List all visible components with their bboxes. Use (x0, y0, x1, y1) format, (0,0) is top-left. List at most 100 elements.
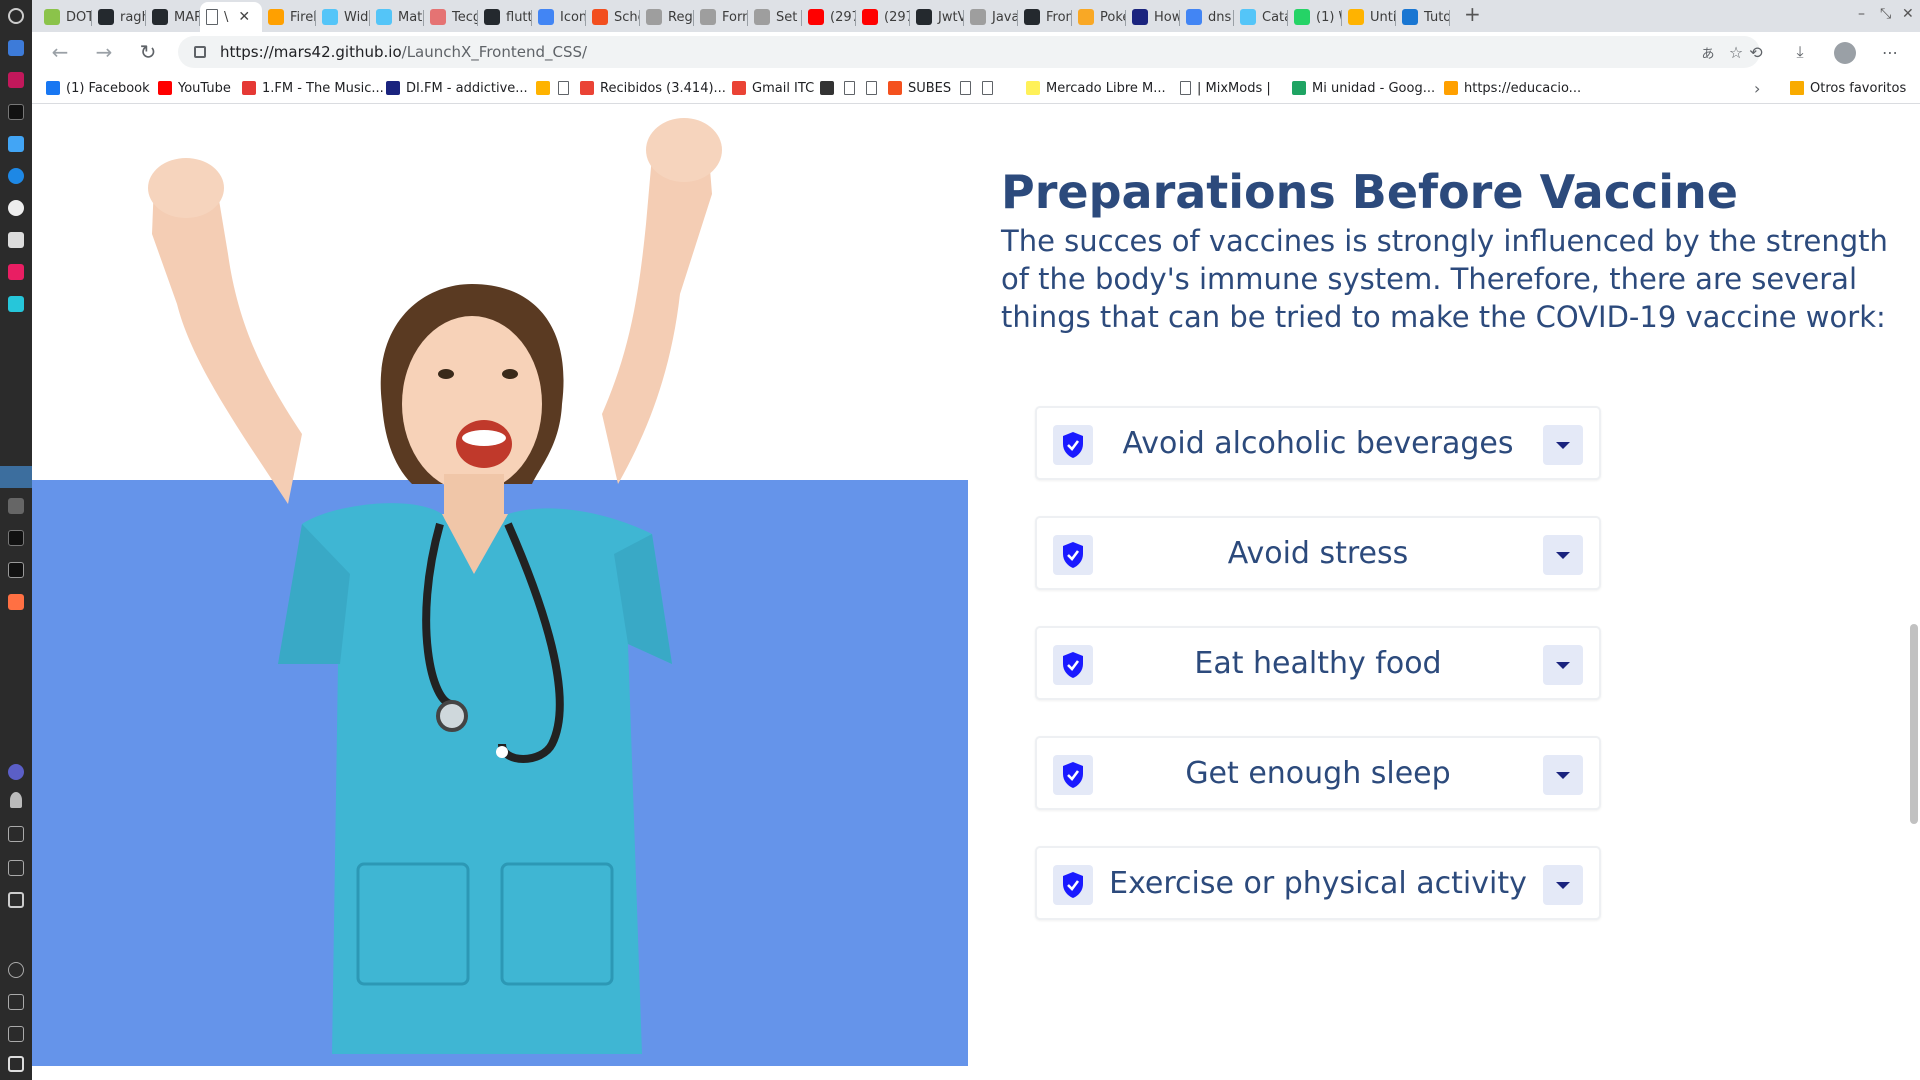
show-desktop-icon[interactable] (8, 1056, 24, 1072)
chevron-down-icon[interactable] (1543, 865, 1583, 905)
battery-icon[interactable] (8, 994, 24, 1010)
bookmark-item[interactable] (982, 78, 993, 98)
browser-tab[interactable]: JwtV (910, 2, 964, 32)
bookmark-item[interactable]: Gmail ITC (732, 78, 814, 98)
minimize-icon[interactable]: – (1858, 6, 1865, 22)
browser-tab[interactable]: (1) W (1288, 2, 1342, 32)
browser-tab[interactable]: Fireb (262, 2, 316, 32)
printer-icon[interactable] (8, 826, 24, 842)
new-tab-icon[interactable]: + (1464, 2, 1481, 26)
bookmark-item[interactable]: Recibidos (3.414)... (580, 78, 726, 98)
bookmark-item[interactable]: https://educacio... (1444, 78, 1581, 98)
bookmark-item[interactable]: Mi unidad - Goog... (1292, 78, 1435, 98)
menu-icon[interactable]: ⋯ (1880, 42, 1900, 62)
terminal-icon[interactable] (8, 562, 24, 578)
chevron-down-icon[interactable] (1543, 425, 1583, 465)
app-icon[interactable] (8, 498, 24, 514)
restore-icon[interactable]: ⤡ (1880, 6, 1891, 22)
scrollbar-thumb[interactable] (1910, 624, 1918, 824)
bookmark-item[interactable]: | MixMods | (1180, 78, 1271, 98)
files-icon[interactable] (8, 136, 24, 152)
close-tab-icon[interactable]: ✕ (238, 9, 250, 25)
bookmark-item[interactable]: 1.FM - The Music... (242, 78, 384, 98)
app-icon[interactable] (8, 232, 24, 248)
browser-tab[interactable]: Java (964, 2, 1018, 32)
chevron-down-icon[interactable] (1543, 535, 1583, 575)
browser-tab[interactable]: Widg (316, 2, 370, 32)
bookmark-item[interactable] (536, 78, 550, 98)
accordion-item[interactable]: Get enough sleep (1035, 736, 1601, 810)
browser-tab[interactable]: Catá (1234, 2, 1288, 32)
downloads-icon[interactable]: ⤓ (1790, 42, 1810, 62)
bluetooth-icon[interactable] (8, 962, 24, 978)
browser-tab[interactable]: Poké (1072, 2, 1126, 32)
ide-icon[interactable] (8, 296, 24, 312)
browser-tab[interactable]: ragh (92, 2, 146, 32)
browser-tab[interactable]: DOT\ (38, 2, 92, 32)
bookmark-item[interactable]: SUBES (888, 78, 951, 98)
browser-tab[interactable]: \ ✕ (200, 2, 262, 32)
chevron-down-icon[interactable] (1543, 645, 1583, 685)
bookmark-item[interactable]: (1) Facebook (46, 78, 150, 98)
reload-icon[interactable]: ↻ (136, 40, 160, 64)
launcher-icon[interactable] (8, 8, 24, 24)
edge-active-icon[interactable] (0, 466, 32, 488)
other-favorites[interactable]: Otros favoritos (1790, 78, 1906, 98)
accordion-item[interactable]: Avoid alcoholic beverages (1035, 406, 1601, 480)
desktop-icon[interactable] (8, 40, 24, 56)
edge-icon[interactable] (8, 168, 24, 184)
bell-icon[interactable] (10, 792, 22, 808)
browser-tab[interactable]: How (1126, 2, 1180, 32)
app-icon[interactable] (8, 594, 24, 610)
browser-tab[interactable]: Tecg (424, 2, 478, 32)
bookmarks-overflow-icon[interactable]: › (1754, 78, 1760, 98)
terminal-icon[interactable] (8, 530, 24, 546)
favorite-star-icon[interactable]: ☆ (1726, 42, 1746, 62)
url-text[interactable]: https://mars42.github.io/LaunchX_Fronten… (220, 43, 587, 61)
address-bar[interactable]: https://mars42.github.io/LaunchX_Fronten… (178, 36, 1760, 68)
accordion-item[interactable]: Avoid stress (1035, 516, 1601, 590)
back-icon[interactable]: ← (48, 40, 72, 64)
browser-tab[interactable]: Scho (586, 2, 640, 32)
accordion-item[interactable]: Eat healthy food (1035, 626, 1601, 700)
translate-icon[interactable]: あ (1698, 42, 1718, 62)
browser-tab[interactable]: Set u (748, 2, 802, 32)
browser-tab[interactable]: Untit (1342, 2, 1396, 32)
bookmark-item[interactable]: DI.FM - addictive... (386, 78, 528, 98)
bookmark-item[interactable]: Mercado Libre M... (1026, 78, 1166, 98)
bookmark-item[interactable] (844, 78, 855, 98)
browser-tab[interactable]: (297) (802, 2, 856, 32)
browser-tab[interactable]: Icons (532, 2, 586, 32)
browser-tab[interactable]: flutt (478, 2, 532, 32)
browser-tab[interactable]: Mate (370, 2, 424, 32)
forward-icon[interactable]: → (92, 40, 116, 64)
browser-tab[interactable]: MAR (146, 2, 200, 32)
chevron-down-icon[interactable] (1543, 755, 1583, 795)
browser-tab[interactable]: Fron (1018, 2, 1072, 32)
bookmark-item[interactable] (820, 78, 834, 98)
ide-icon[interactable] (8, 264, 24, 280)
app-icon[interactable] (8, 72, 24, 88)
browser-tab[interactable]: dns s (1180, 2, 1234, 32)
bookmark-item[interactable] (866, 78, 877, 98)
browser-tab[interactable]: Regi (640, 2, 694, 32)
browser-tab[interactable]: (297) (856, 2, 910, 32)
browser-tab[interactable]: Tuto (1396, 2, 1450, 32)
bookmark-item[interactable]: YouTube (158, 78, 231, 98)
profile-avatar-icon[interactable] (1834, 42, 1856, 64)
accordion-item[interactable]: Exercise or physical activity (1035, 846, 1601, 920)
volume-icon[interactable] (8, 860, 24, 876)
teams-icon[interactable] (8, 764, 24, 780)
lock-icon[interactable] (194, 46, 206, 58)
history-icon[interactable]: ⟲ (1746, 42, 1766, 62)
shield-icon[interactable] (8, 1026, 24, 1042)
app-icon[interactable] (8, 200, 24, 216)
url-host: https://mars42.github.io (220, 43, 402, 61)
vertical-scrollbar[interactable] (1908, 104, 1920, 1080)
terminal-icon[interactable] (8, 104, 24, 120)
browser-tab[interactable]: Form (694, 2, 748, 32)
screenshot-icon[interactable] (8, 892, 24, 908)
bookmark-item[interactable] (558, 78, 569, 98)
bookmark-item[interactable] (960, 78, 971, 98)
close-window-icon[interactable]: ✕ (1902, 6, 1914, 22)
